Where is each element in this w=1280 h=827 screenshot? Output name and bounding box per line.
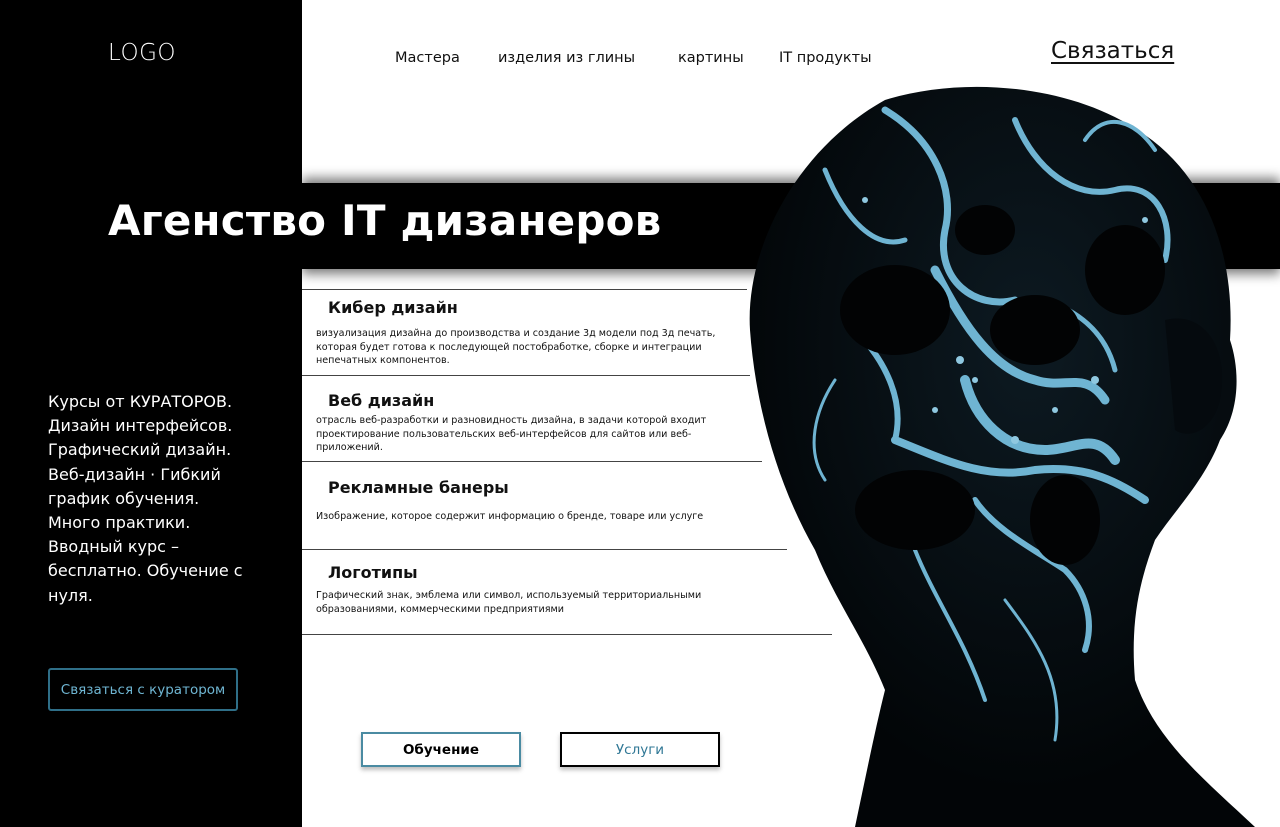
service-desc-cyber: визуализация дизайна до производства и с… bbox=[316, 328, 716, 367]
contact-curator-button[interactable]: Связаться с куратором bbox=[48, 668, 238, 711]
contact-link[interactable]: Связаться bbox=[1051, 38, 1174, 64]
service-desc-web: отрасль веб-разработки и разновидность д… bbox=[316, 415, 707, 454]
divider bbox=[302, 461, 762, 462]
hero-head-image bbox=[749, 86, 1255, 827]
page-title: Агенство IT дизанеров bbox=[108, 196, 662, 245]
divider bbox=[302, 549, 787, 550]
nav-item-masters[interactable]: Мастера bbox=[395, 50, 460, 66]
service-desc-logos: Графический знак, эмблема или символ, ис… bbox=[316, 590, 702, 615]
logo[interactable]: LOGO bbox=[108, 40, 176, 66]
sidebar: LOGO Курсы от КУРАТОРОВ. Дизайн интерфей… bbox=[0, 0, 302, 827]
divider bbox=[302, 375, 750, 376]
services-button[interactable]: Услуги bbox=[560, 732, 720, 767]
service-title-logos[interactable]: Логотипы bbox=[328, 563, 418, 582]
nav-item-it-products[interactable]: IT продукты bbox=[779, 50, 872, 66]
service-title-cyber[interactable]: Кибер дизайн bbox=[328, 298, 458, 317]
service-title-web[interactable]: Веб дизайн bbox=[328, 391, 434, 410]
nav-item-paintings[interactable]: картины bbox=[678, 50, 744, 66]
service-desc-banners: Изображение, которое содержит информацию… bbox=[316, 511, 704, 522]
learn-button[interactable]: Обучение bbox=[361, 732, 521, 767]
service-title-banners[interactable]: Рекламные банеры bbox=[328, 478, 509, 497]
courses-description: Курсы от КУРАТОРОВ. Дизайн интерфейсов. … bbox=[48, 392, 243, 605]
divider bbox=[302, 289, 747, 290]
divider bbox=[302, 634, 832, 635]
nav-item-clay-products[interactable]: изделия из глины bbox=[498, 50, 635, 66]
